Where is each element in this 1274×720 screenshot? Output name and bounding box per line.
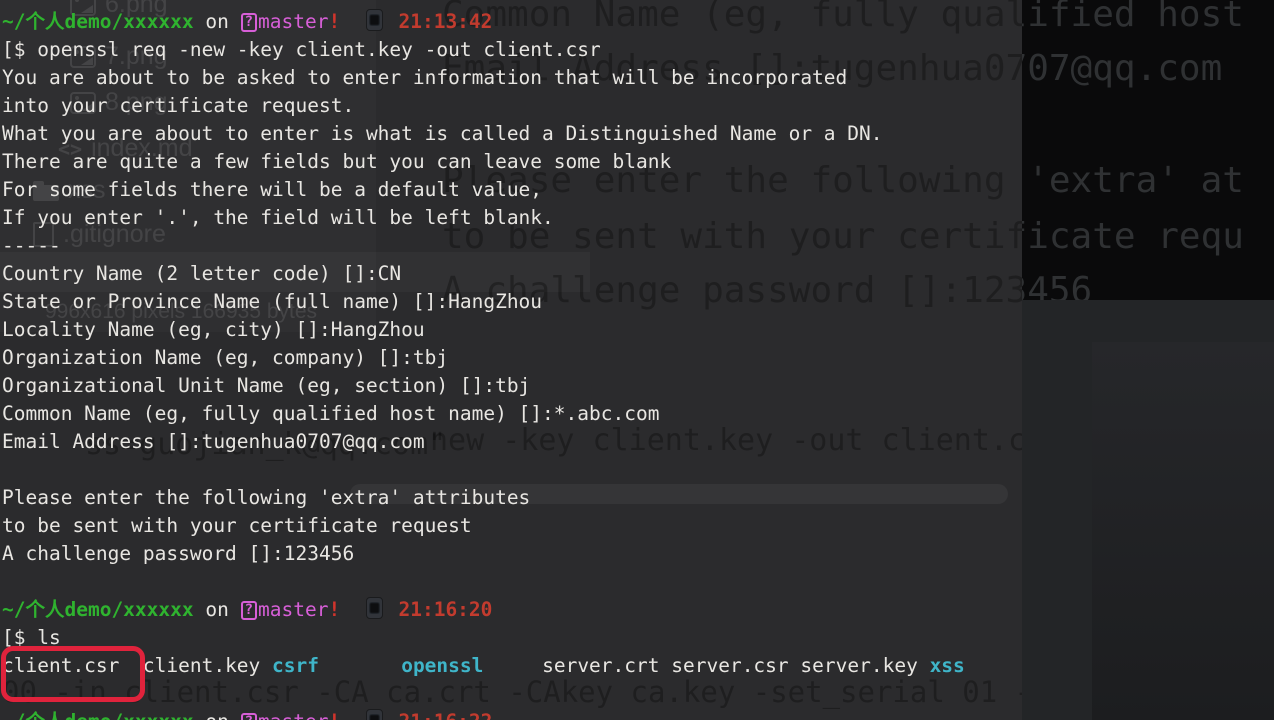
terminal-text bbox=[229, 10, 241, 33]
terminal-line: [$ ls bbox=[2, 624, 965, 652]
prompt-path: ~/个人demo/xxxxxx bbox=[2, 598, 194, 621]
terminal-text bbox=[229, 710, 241, 720]
prompt-branch: master bbox=[258, 10, 328, 33]
ls-entry: openssl bbox=[401, 654, 483, 677]
output-text: ----- bbox=[2, 234, 61, 257]
terminal-text bbox=[660, 654, 672, 677]
output-text: Email Address []:tugenhua0707@qq.com bbox=[2, 430, 425, 453]
terminal-line: A challenge password []:123456 bbox=[2, 540, 965, 568]
output-text: to be sent with your certificate request bbox=[2, 514, 472, 537]
terminal-text bbox=[387, 10, 399, 33]
branch-badge: ? bbox=[241, 601, 257, 620]
prompt-bang: ! bbox=[329, 10, 341, 33]
prompt-line: ~/个人demo/xxxxxx on ?master! 21:16:22 bbox=[2, 708, 965, 720]
prompt-path: ~/个人demo/xxxxxx bbox=[2, 710, 194, 720]
terminal-line: [$ openssl req -new -key client.key -out… bbox=[2, 36, 965, 64]
terminal-text bbox=[194, 598, 206, 621]
terminal-line: What you are about to enter is what is c… bbox=[2, 120, 965, 148]
prompt-bang: ! bbox=[329, 710, 341, 720]
terminal-text bbox=[194, 10, 206, 33]
output-text: Common Name (eg, fully qualified host na… bbox=[2, 402, 659, 425]
command-text: [$ openssl req -new -key client.key -out… bbox=[2, 38, 601, 61]
branch-badge: ? bbox=[241, 13, 257, 32]
terminal-text bbox=[340, 598, 363, 621]
terminal-line: ----- bbox=[2, 232, 965, 260]
ls-output-line: client.csr client.key csrf openssl serve… bbox=[2, 652, 965, 680]
apple-watch-icon bbox=[366, 9, 383, 31]
terminal-text bbox=[319, 654, 401, 677]
background-window-panel-dark bbox=[1092, 342, 1274, 720]
terminal-text bbox=[387, 598, 399, 621]
prompt-bang: ! bbox=[329, 598, 341, 621]
output-text: There are quite a few fields but you can… bbox=[2, 150, 671, 173]
terminal-text bbox=[229, 598, 241, 621]
terminal-line bbox=[2, 680, 965, 708]
terminal-text bbox=[340, 710, 363, 720]
terminal-line: State or Province Name (full name) []:Ha… bbox=[2, 288, 965, 316]
output-text: Country Name (2 letter code) []:CN bbox=[2, 262, 401, 285]
ls-entry: client.key bbox=[143, 654, 260, 677]
prompt-on: on bbox=[205, 598, 228, 621]
terminal-line: Common Name (eg, fully qualified host na… bbox=[2, 400, 965, 428]
terminal-line bbox=[2, 456, 965, 484]
output-text: For some fields there will be a default … bbox=[2, 178, 542, 201]
terminal-text bbox=[194, 710, 206, 720]
output-text: What you are about to enter is what is c… bbox=[2, 122, 883, 145]
output-text: State or Province Name (full name) []:Ha… bbox=[2, 290, 542, 313]
prompt-time: 21:16:22 bbox=[398, 710, 492, 720]
prompt-branch: master bbox=[258, 710, 328, 720]
terminal-line: Organizational Unit Name (eg, section) [… bbox=[2, 372, 965, 400]
apple-watch-icon bbox=[366, 709, 383, 720]
terminal-line: Organization Name (eg, company) []:tbj bbox=[2, 344, 965, 372]
terminal-text bbox=[260, 654, 272, 677]
terminal-line: Locality Name (eg, city) []:HangZhou bbox=[2, 316, 965, 344]
prompt-line: ~/个人demo/xxxxxx on ?master! 21:16:20 bbox=[2, 596, 965, 624]
terminal-line: For some fields there will be a default … bbox=[2, 176, 965, 204]
ls-entry: server.key bbox=[800, 654, 917, 677]
terminal-scrollback: ~/个人demo/xxxxxx on ?master! 21:13:42[$ o… bbox=[2, 8, 965, 720]
prompt-time: 21:16:20 bbox=[398, 598, 492, 621]
terminal-window[interactable]: 6.png7.png8.png<>index.mdxss.gitignore 9… bbox=[0, 0, 1022, 720]
output-text: Organization Name (eg, company) []:tbj bbox=[2, 346, 448, 369]
ls-entry: server.crt bbox=[542, 654, 659, 677]
terminal-line: There are quite a few fields but you can… bbox=[2, 148, 965, 176]
output-text: You are about to be asked to enter infor… bbox=[2, 66, 847, 89]
terminal-text bbox=[918, 654, 930, 677]
desktop: Common Name (eg, fully qualified hostEma… bbox=[0, 0, 1274, 720]
branch-badge: ? bbox=[241, 713, 257, 720]
terminal-text bbox=[789, 654, 801, 677]
output-text: A challenge password []:123456 bbox=[2, 542, 354, 565]
prompt-on: on bbox=[205, 710, 228, 720]
prompt-line: ~/个人demo/xxxxxx on ?master! 21:13:42 bbox=[2, 8, 965, 36]
terminal-text bbox=[483, 654, 542, 677]
prompt-path: ~/个人demo/xxxxxx bbox=[2, 10, 194, 33]
output-text: Please enter the following 'extra' attri… bbox=[2, 486, 530, 509]
prompt-time: 21:13:42 bbox=[398, 10, 492, 33]
output-text: Organizational Unit Name (eg, section) [… bbox=[2, 374, 530, 397]
terminal-line: If you enter '.', the field will be left… bbox=[2, 204, 965, 232]
terminal-line: You are about to be asked to enter infor… bbox=[2, 64, 965, 92]
terminal-line: Email Address []:tugenhua0707@qq.com bbox=[2, 428, 965, 456]
terminal-line: Country Name (2 letter code) []:CN bbox=[2, 260, 965, 288]
terminal-line: Please enter the following 'extra' attri… bbox=[2, 484, 965, 512]
terminal-text bbox=[340, 10, 363, 33]
apple-watch-icon bbox=[366, 597, 383, 619]
terminal-line bbox=[2, 568, 965, 596]
terminal-line: to be sent with your certificate request bbox=[2, 512, 965, 540]
output-text: If you enter '.', the field will be left… bbox=[2, 206, 554, 229]
output-text: into your certificate request. bbox=[2, 94, 354, 117]
ls-entry: server.csr bbox=[671, 654, 788, 677]
terminal-text bbox=[387, 710, 399, 720]
prompt-branch: master bbox=[258, 598, 328, 621]
output-text: Locality Name (eg, city) []:HangZhou bbox=[2, 318, 425, 341]
highlight-box-client-csr bbox=[1, 646, 145, 702]
terminal-line: into your certificate request. bbox=[2, 92, 965, 120]
ls-entry: csrf bbox=[272, 654, 319, 677]
ls-entry: xss bbox=[930, 654, 965, 677]
prompt-on: on bbox=[205, 10, 228, 33]
